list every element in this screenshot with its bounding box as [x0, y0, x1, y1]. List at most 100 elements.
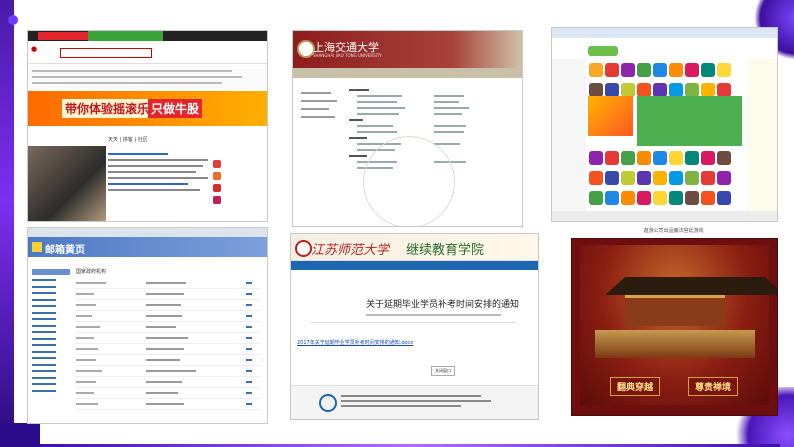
palace-building: [605, 265, 777, 326]
game-tile: [685, 83, 699, 97]
category-item: [32, 376, 56, 379]
table-cell: [76, 403, 98, 405]
yellow-pages-logo: 邮箱黄页: [45, 245, 85, 256]
table-row: [76, 322, 261, 333]
table-row: [76, 377, 261, 388]
table-row: [76, 366, 261, 377]
category-item: [32, 363, 56, 366]
game-tile: [685, 151, 699, 165]
bottom-left-decoration: [0, 423, 40, 447]
yellow-pages-category-list: [32, 264, 70, 396]
table-cell: [246, 403, 252, 405]
game-tiles-bottom: [588, 150, 743, 210]
link-text: [357, 113, 399, 115]
game-feature-area: [637, 96, 742, 146]
category-item: [32, 337, 56, 340]
link-text: [434, 125, 466, 127]
news-line: [108, 183, 188, 185]
table-cell: [246, 359, 252, 361]
notice-title: 关于延期毕业学员补考时间安排的通知: [366, 300, 520, 310]
nav-line: [32, 82, 222, 84]
footer-text: [341, 392, 491, 410]
table-cell: [146, 282, 186, 284]
news-line: [108, 189, 200, 191]
table-cell: [76, 326, 100, 328]
news-line: [108, 153, 168, 155]
portal-top-ad-bar: [28, 31, 267, 41]
app-icon: [213, 196, 221, 204]
browser-titlebar: [552, 28, 777, 38]
palace-game-screenshot: 翻典穿越 尊贵禅境: [571, 238, 778, 416]
game-tile: [669, 63, 683, 77]
category-item: [32, 292, 56, 294]
presentation-slide: ● 带你体验摇滚乐趣 只做牛股 天天 | 拼客 | 社区 上海交通大学 SHAN…: [0, 0, 794, 447]
link-text: [434, 113, 462, 115]
portal-app-icons: [213, 156, 263, 208]
table-cell: [146, 348, 184, 350]
portal-logo: ●: [31, 45, 38, 53]
university-sidebar: [301, 86, 341, 124]
table-cell: [246, 337, 252, 339]
game-tile: [669, 83, 683, 97]
category-item: [32, 324, 56, 327]
university-screenshot: 上海交通大学 SHANGHAI JIAO TONG UNIVERSITY: [292, 30, 523, 227]
portal-nav-links: [28, 65, 267, 89]
footer-logo-icon: [319, 394, 337, 412]
category-item: [32, 370, 56, 372]
game-tile: [621, 191, 635, 205]
game-tile: [717, 171, 731, 185]
category-item: [32, 298, 56, 301]
link-text: [349, 155, 367, 157]
table-cell: [146, 370, 196, 372]
game-tile: [637, 83, 651, 97]
category-item: [32, 279, 56, 281]
table-cell: [246, 282, 252, 284]
browser-address-bar: [28, 228, 267, 237]
nav-line: [32, 76, 242, 78]
link-text: [357, 95, 402, 97]
university-navbar: [293, 68, 522, 78]
palace-hall: [625, 295, 725, 326]
link-text: [434, 131, 464, 133]
table-row: [76, 399, 261, 410]
game-tile: [621, 171, 635, 185]
game-tile: [653, 151, 667, 165]
category-item: [32, 350, 56, 353]
table-cell: [246, 315, 252, 317]
table-cell: [76, 348, 98, 350]
university-seal-icon: [295, 240, 312, 257]
yellow-pages-table: [76, 278, 261, 410]
table-row: [76, 289, 261, 300]
game-tile: [701, 171, 715, 185]
table-cell: [146, 315, 182, 317]
palace-game-caption: 遨游公司出品魔法宫廷游戏: [643, 228, 704, 234]
footer-line: [341, 400, 491, 402]
category-selected: [32, 268, 70, 275]
link-text: [349, 89, 369, 91]
yellow-pages-screenshot: 邮箱黄页 国家政府机构: [27, 227, 268, 424]
game-tile: [589, 63, 603, 77]
game-tile: [621, 83, 635, 97]
nav-line: [32, 70, 232, 72]
table-cell: [246, 326, 252, 328]
game-tile: [653, 63, 667, 77]
link-text: [434, 107, 469, 109]
game-portal-header: [552, 44, 777, 59]
game-tile: [637, 171, 651, 185]
decoration-dot: [8, 15, 18, 25]
table-cell: [246, 348, 252, 350]
news-line: [108, 159, 208, 161]
category-item: [32, 389, 56, 392]
table-cell: [246, 293, 252, 295]
table-cell: [246, 370, 252, 372]
portal-tabs: 天天 | 拼客 | 社区: [108, 137, 148, 143]
link-text: [357, 101, 397, 103]
palace-roof: [605, 277, 777, 295]
game-tile: [589, 191, 603, 205]
game-tile: [637, 191, 651, 205]
education-department-name: 继续教育学院: [406, 243, 485, 258]
side-line: [301, 100, 337, 102]
portal-screenshot: ● 带你体验摇滚乐趣 只做牛股 天天 | 拼客 | 社区: [27, 30, 268, 222]
side-line: [301, 108, 329, 110]
close-window-button: 关闭窗口: [431, 366, 455, 376]
